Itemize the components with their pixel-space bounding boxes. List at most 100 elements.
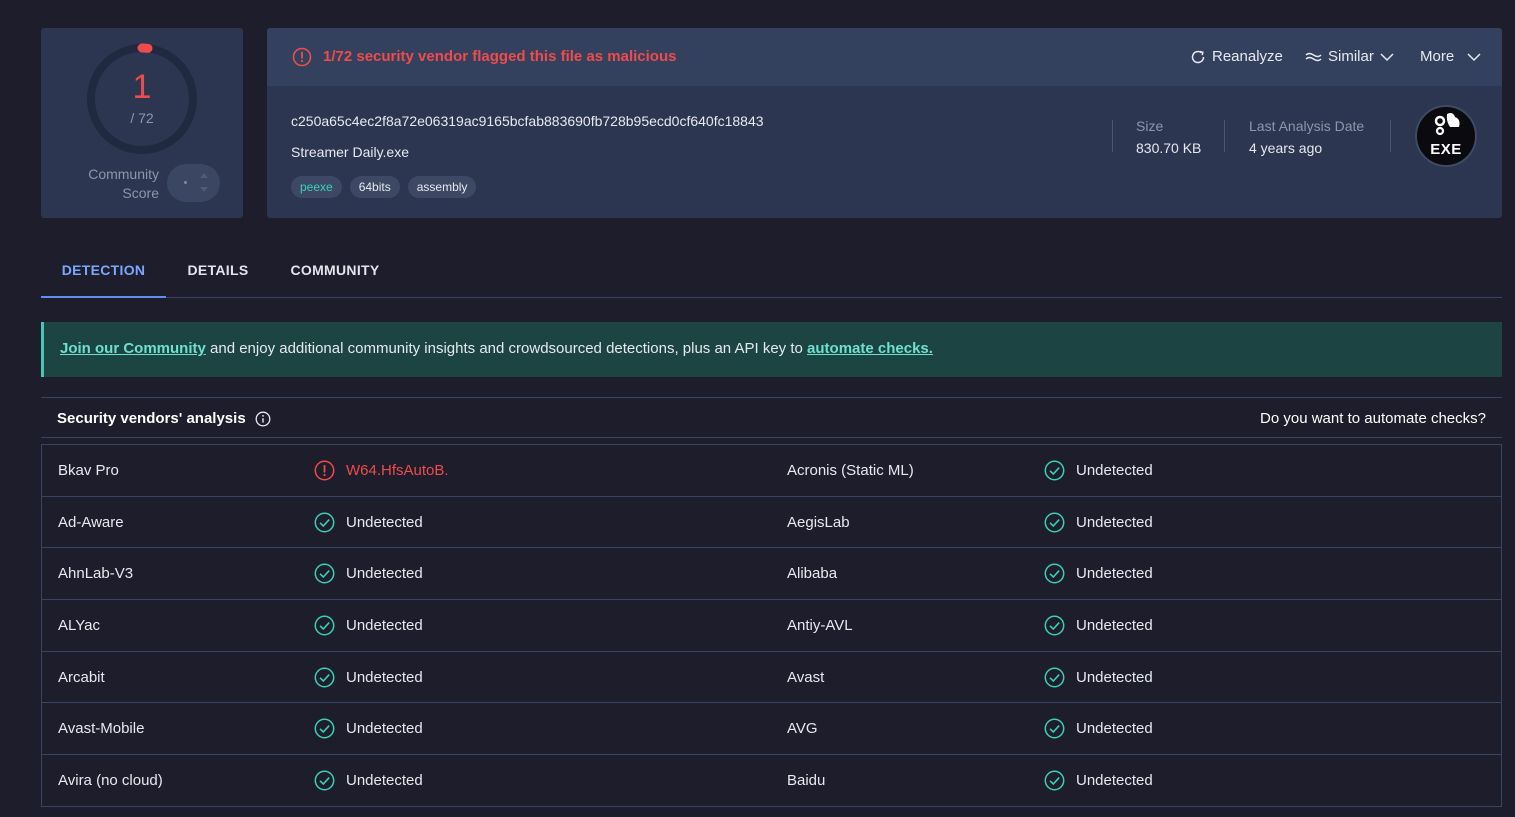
divider: [1390, 120, 1391, 152]
more-dropdown[interactable]: More: [1420, 47, 1486, 67]
detection-score-card: 1 / 72 Community Score: [41, 28, 243, 218]
vendor-result: Undetected: [314, 497, 423, 548]
vendor-result: Undetected: [314, 703, 423, 754]
vendor-result-text: Undetected: [346, 513, 423, 531]
check-circle-icon: [1044, 460, 1065, 481]
chevron-down-icon: [1467, 53, 1481, 62]
vendor-result-text: Undetected: [1076, 720, 1153, 738]
vendor-name: Arcabit: [58, 668, 105, 686]
vendor-name: Avast-Mobile: [58, 720, 145, 738]
tab-community[interactable]: COMMUNITY: [281, 245, 389, 298]
vendor-name: Acronis (Static ML): [787, 461, 914, 479]
vendor-result: Undetected: [1044, 755, 1153, 806]
vendor-result-text: Undetected: [1076, 565, 1153, 583]
automate-checks-prompt[interactable]: Do you want to automate checks?: [1260, 409, 1486, 429]
detection-total: / 72: [130, 110, 154, 126]
check-circle-icon: [1044, 718, 1065, 739]
check-circle-icon: [1044, 615, 1065, 636]
similar-dropdown[interactable]: Similar: [1305, 47, 1394, 67]
tag-peexe[interactable]: peexe: [291, 176, 342, 198]
table-row: Arcabit Undetected Avast Undetected: [42, 652, 1501, 704]
vendor-name: Antiy-AVL: [787, 616, 853, 634]
vendor-name: Ad-Aware: [58, 513, 124, 531]
file-hash[interactable]: c250a65c4ec2f8a72e06319ac9165bcfab883690…: [291, 111, 764, 131]
vendor-result: Undetected: [314, 652, 423, 703]
file-tags: peexe 64bits assembly: [291, 176, 477, 198]
table-row: AhnLab-V3 Undetected Alibaba Undetected: [42, 548, 1501, 601]
vendor-name: Avira (no cloud): [58, 771, 163, 789]
vendor-name: Avast: [787, 668, 825, 686]
vendor-name: AegisLab: [787, 513, 850, 531]
tab-detection[interactable]: DETECTION: [41, 245, 166, 298]
vendor-result-text: Undetected: [1076, 771, 1153, 789]
alert-text: 1/72 security vendor flagged this file a…: [323, 48, 677, 65]
size-value: 830.70 KB: [1136, 140, 1202, 156]
vendor-result-text: Undetected: [1076, 461, 1153, 479]
vendor-result: Undetected: [314, 548, 423, 599]
divider: [1112, 120, 1113, 152]
check-circle-icon: [1044, 563, 1065, 584]
check-circle-icon: [1044, 770, 1065, 791]
vendor-result: Undetected: [1044, 445, 1153, 496]
table-row: Ad-Aware Undetected AegisLab Undetected: [42, 497, 1501, 549]
vendor-result-text: Undetected: [346, 565, 423, 583]
vendor-result: Undetected: [1044, 497, 1153, 548]
alert-circle-icon: [314, 460, 335, 481]
more-label: More: [1420, 48, 1455, 65]
vote-neutral-dot: [184, 181, 187, 184]
exe-file-type-icon: EXE: [1415, 105, 1477, 167]
vote-down-icon[interactable]: [200, 187, 208, 192]
vendor-name: ALYac: [58, 616, 100, 634]
check-circle-icon: [314, 718, 335, 739]
last-analysis-label: Last Analysis Date: [1249, 118, 1365, 134]
gears-icon: [1434, 113, 1460, 136]
size-label: Size: [1136, 118, 1164, 134]
join-community-link[interactable]: Join our Community: [60, 340, 206, 357]
info-icon[interactable]: [255, 411, 271, 427]
report-tabs: DETECTION DETAILS COMMUNITY: [41, 245, 1502, 298]
automate-checks-link[interactable]: automate checks.: [807, 340, 933, 357]
check-circle-icon: [314, 667, 335, 688]
table-row: Bkav Pro W64.HfsAutoB. Acronis (Static ML)…: [42, 445, 1501, 497]
community-vote-toggle[interactable]: [167, 164, 220, 202]
vendor-result-text: Undetected: [1076, 668, 1153, 686]
vendor-name: Bkav Pro: [58, 461, 119, 479]
vendor-result-text: Undetected: [1076, 616, 1153, 634]
vote-up-icon[interactable]: [200, 173, 208, 178]
vendor-result-text: W64.HfsAutoB.: [346, 461, 449, 479]
vendor-result-text: Undetected: [1076, 513, 1153, 531]
vendor-result: Undetected: [1044, 548, 1153, 599]
vendor-result: W64.HfsAutoB.: [314, 445, 449, 496]
reanalyze-button[interactable]: Reanalyze: [1190, 47, 1283, 67]
vendor-result: Undetected: [1044, 652, 1153, 703]
chevron-down-icon: [1380, 53, 1394, 62]
vendor-name: AVG: [787, 720, 818, 738]
community-banner: Join our Community and enjoy additional …: [41, 322, 1502, 377]
vendor-result: Undetected: [314, 755, 423, 806]
refresh-icon: [1191, 50, 1205, 64]
vendor-result-text: Undetected: [346, 720, 423, 738]
tab-details[interactable]: DETAILS: [176, 245, 260, 298]
check-circle-icon: [314, 563, 335, 584]
vendors-section-title: Security vendors' analysis: [57, 409, 271, 429]
check-circle-icon: [314, 512, 335, 533]
reanalyze-label: Reanalyze: [1212, 48, 1283, 65]
tag-64bits[interactable]: 64bits: [349, 176, 400, 198]
vendors-section-header: Security vendors' analysis Do you want t…: [41, 397, 1502, 438]
vendors-table: Bkav Pro W64.HfsAutoB. Acronis (Static ML)…: [41, 444, 1502, 807]
vendor-result-text: Undetected: [346, 771, 423, 789]
malicious-alert-bar: 1/72 security vendor flagged this file a…: [267, 28, 1502, 86]
check-circle-icon: [1044, 512, 1065, 533]
detection-count: 1: [132, 68, 152, 106]
table-row: Avira (no cloud) Undetected Baidu Undetecte…: [42, 755, 1501, 807]
file-info-card: 1/72 security vendor flagged this file a…: [267, 28, 1502, 218]
community-score-label: Community Score: [88, 166, 159, 201]
vendor-name: Alibaba: [787, 565, 838, 583]
vendor-result: Undetected: [314, 600, 423, 651]
tag-assembly[interactable]: assembly: [407, 176, 477, 198]
vendor-name: AhnLab-V3: [58, 565, 134, 583]
divider: [1224, 120, 1225, 152]
alert-circle-icon: [292, 47, 312, 67]
similar-icon: [1305, 52, 1322, 62]
file-name: Streamer Daily.exe: [291, 144, 410, 160]
